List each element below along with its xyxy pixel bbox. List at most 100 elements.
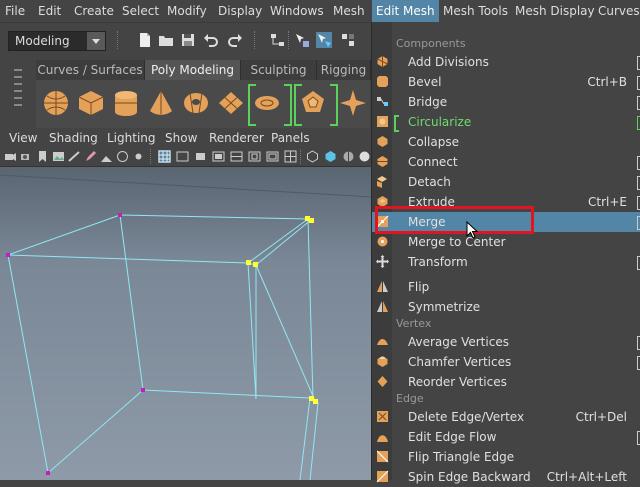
connect-icon	[377, 156, 388, 167]
shelf-tab-sculpting[interactable]: Sculpting	[241, 60, 317, 80]
wireframe-toggle-icon[interactable]	[284, 150, 297, 163]
mouse-pointer-icon	[466, 221, 478, 239]
gate-mask-icon[interactable]	[212, 150, 225, 163]
smooth-shade-icon[interactable]	[324, 150, 337, 163]
menu-item-label: Bevel	[408, 75, 442, 89]
safe-action-icon[interactable]	[248, 150, 261, 163]
menu-item-add-divisions[interactable]: Add Divisions	[372, 52, 640, 72]
panel-menu-renderer[interactable]: Renderer	[209, 128, 264, 148]
camera-attributes-icon[interactable]	[20, 150, 33, 163]
menu-item-merge-to-center[interactable]: Merge to Center	[372, 232, 640, 252]
shelf-tab-poly-modeling[interactable]: Poly Modeling	[145, 60, 241, 80]
3d-viewport[interactable]	[0, 167, 372, 480]
panel-menu-view[interactable]: View	[9, 128, 37, 148]
menu-item-edit-edge-flow[interactable]: Edit Edge Flow	[372, 427, 640, 447]
panel-menu-panels[interactable]: Panels	[271, 128, 310, 148]
shelf-tab-curves-surfaces[interactable]: Curves / Surfaces	[36, 60, 145, 80]
image-plane-icon[interactable]	[52, 150, 65, 163]
safe-title-icon[interactable]	[266, 150, 279, 163]
grease-pencil-icon[interactable]	[84, 150, 97, 163]
toolbar-separator	[300, 149, 303, 164]
camera-view-icon[interactable]	[100, 150, 113, 163]
menu-file[interactable]: File	[5, 0, 25, 22]
panel-menu-lighting[interactable]: Lighting	[107, 128, 156, 148]
menu-mesh-tools[interactable]: Mesh Tools	[443, 0, 508, 22]
menu-item-detach[interactable]: Detach	[372, 172, 640, 192]
xray-icon[interactable]	[116, 150, 129, 163]
poly-platonic-icon[interactable]	[298, 88, 328, 118]
save-scene-icon[interactable]	[180, 32, 196, 48]
cube-wireframe	[0, 174, 372, 480]
select-camera-icon[interactable]	[4, 150, 17, 163]
wireframe-on-shaded-icon[interactable]	[342, 150, 355, 163]
shelf-grip-handle[interactable]	[14, 64, 24, 118]
textured-icon[interactable]	[358, 150, 371, 163]
panel-menu-show[interactable]: Show	[165, 128, 197, 148]
menu-item-bevel[interactable]: Bevel Ctrl+B	[372, 72, 640, 92]
poly-torus-icon[interactable]	[181, 88, 211, 118]
poly-cube-icon[interactable]	[76, 88, 106, 118]
shelf-tab-rigging[interactable]: Rigging	[317, 60, 371, 80]
new-scene-icon[interactable]	[137, 32, 153, 48]
menu-item-transform[interactable]: Transform	[372, 252, 640, 272]
open-scene-icon[interactable]	[158, 32, 174, 48]
poly-super-shape-icon[interactable]	[338, 88, 368, 118]
hierarchy-select-icon[interactable]	[270, 32, 286, 48]
2d-pan-zoom-icon[interactable]	[68, 150, 81, 163]
select-by-component-icon[interactable]	[316, 32, 332, 48]
menu-windows[interactable]: Windows	[270, 0, 324, 22]
menu-item-label: Detach	[408, 175, 451, 189]
bridge-icon	[377, 97, 388, 106]
circularize-icon	[377, 116, 388, 127]
undo-icon[interactable]	[203, 32, 219, 48]
film-gate-icon[interactable]	[176, 150, 189, 163]
resolution-gate-icon[interactable]	[194, 150, 207, 163]
menu-item-reorder-vertices[interactable]: Reorder Vertices	[372, 372, 640, 392]
menu-item-collapse[interactable]: Collapse	[372, 132, 640, 152]
menu-mesh[interactable]: Mesh	[333, 0, 365, 22]
menu-mesh-display[interactable]: Mesh Display	[515, 0, 595, 22]
menu-item-label: Edit Edge Flow	[408, 430, 497, 444]
poly-cone-icon[interactable]	[146, 88, 176, 118]
toolbar-separator	[254, 31, 257, 49]
chevron-down-icon[interactable]	[87, 32, 105, 50]
mode-dropdown-value: Modeling	[15, 34, 70, 48]
menu-item-flip-triangle-edge[interactable]: Flip Triangle Edge	[372, 447, 640, 467]
field-chart-icon[interactable]	[230, 150, 243, 163]
merge-to-center-icon	[377, 236, 388, 247]
wireframe-shading-icon[interactable]	[306, 150, 319, 163]
viewport-panel-menu: View Shading Lighting Show Renderer Pane…	[0, 128, 370, 148]
menu-item-flip[interactable]: Flip	[372, 277, 640, 297]
menu-edit-mesh[interactable]: Edit Mesh	[372, 0, 439, 22]
menu-item-connect[interactable]: Connect	[372, 152, 640, 172]
menu-select[interactable]: Select	[122, 0, 159, 22]
redo-icon[interactable]	[227, 32, 243, 48]
menu-item-bridge[interactable]: Bridge	[372, 92, 640, 112]
poly-sphere-icon[interactable]	[41, 88, 71, 118]
poly-plane-icon[interactable]	[216, 88, 246, 118]
select-by-object-icon[interactable]	[294, 32, 310, 48]
component-mask-icon[interactable]	[340, 32, 356, 48]
spin-edge-backward-icon	[376, 470, 389, 483]
menu-item-circularize[interactable]: Circularize	[372, 112, 640, 132]
menu-create[interactable]: Create	[74, 0, 114, 22]
shelf-bracket-right	[330, 84, 338, 126]
menu-edit[interactable]: Edit	[38, 0, 61, 22]
combine-icon[interactable]	[252, 88, 282, 118]
menu-display[interactable]: Display	[218, 0, 262, 22]
menu-curves[interactable]: Curves	[598, 0, 640, 22]
menu-item-symmetrize[interactable]: Symmetrize	[372, 297, 640, 317]
mode-dropdown[interactable]: Modeling	[8, 31, 106, 51]
light-icon[interactable]	[132, 150, 145, 163]
highlight-annotation-box	[375, 206, 534, 234]
poly-cylinder-icon[interactable]	[111, 88, 141, 118]
menu-item-spin-edge-backward[interactable]: Spin Edge Backward Ctrl+Alt+Left	[372, 467, 640, 487]
menu-item-average-vertices[interactable]: Average Vertices	[372, 332, 640, 352]
menu-item-chamfer-vertices[interactable]: Chamfer Vertices	[372, 352, 640, 372]
bookmarks-icon[interactable]	[36, 150, 49, 163]
menu-item-delete-edge-vertex[interactable]: Delete Edge/Vertex Ctrl+Del	[372, 407, 640, 427]
menu-modify[interactable]: Modify	[167, 0, 207, 22]
grid-icon[interactable]	[158, 150, 171, 163]
panel-menu-shading[interactable]: Shading	[49, 128, 98, 148]
shelf: Curves / Surfaces Poly Modeling Sculptin…	[0, 58, 371, 128]
